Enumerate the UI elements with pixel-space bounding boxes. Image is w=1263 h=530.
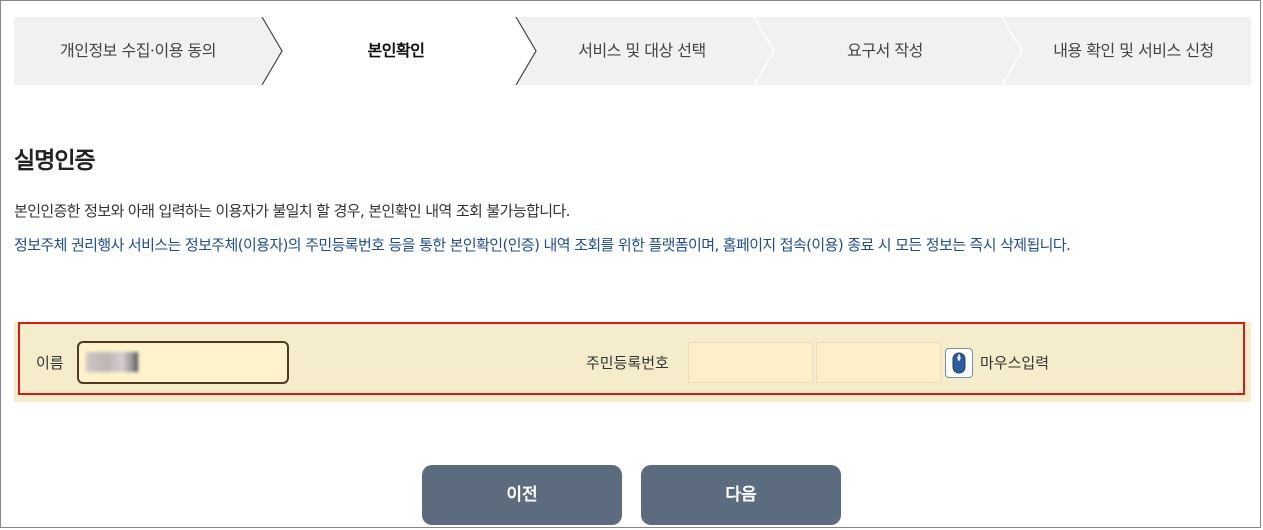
step-consent: 개인정보 수집·이용 동의 bbox=[60, 41, 216, 60]
section-title: 실명인증 bbox=[14, 148, 96, 174]
step-request-form: 요구서 작성 bbox=[847, 41, 923, 60]
mouse-icon bbox=[952, 352, 966, 374]
name-input-masked-value bbox=[86, 352, 138, 372]
step-confirm-apply: 내용 확인 및 서비스 신청 bbox=[1053, 41, 1214, 60]
step-progress-bar: 개인정보 수집·이용 동의 본인확인 서비스 및 대상 선택 요구서 작성 내용… bbox=[14, 17, 1251, 85]
step-identity-verification: 본인확인 bbox=[367, 41, 425, 60]
rrn-label: 주민등록번호 bbox=[586, 354, 669, 372]
next-button[interactable]: 다음 bbox=[641, 465, 841, 525]
step-service-selection: 서비스 및 대상 선택 bbox=[578, 41, 706, 60]
info-text: 정보주체 권리행사 서비스는 정보주체(이용자)의 주민등록번호 등을 통한 본… bbox=[14, 236, 1071, 254]
name-label: 이름 bbox=[36, 354, 64, 372]
mouse-input-label[interactable]: 마우스입력 bbox=[980, 352, 1049, 373]
mouse-input-button[interactable] bbox=[945, 348, 973, 378]
notice-text: 본인인증한 정보와 아래 입력하는 이용자가 불일치 할 경우, 본인확인 내역… bbox=[14, 202, 570, 220]
rrn-first-input[interactable] bbox=[688, 342, 813, 383]
prev-button[interactable]: 이전 bbox=[422, 465, 622, 525]
rrn-second-input[interactable] bbox=[816, 342, 941, 383]
